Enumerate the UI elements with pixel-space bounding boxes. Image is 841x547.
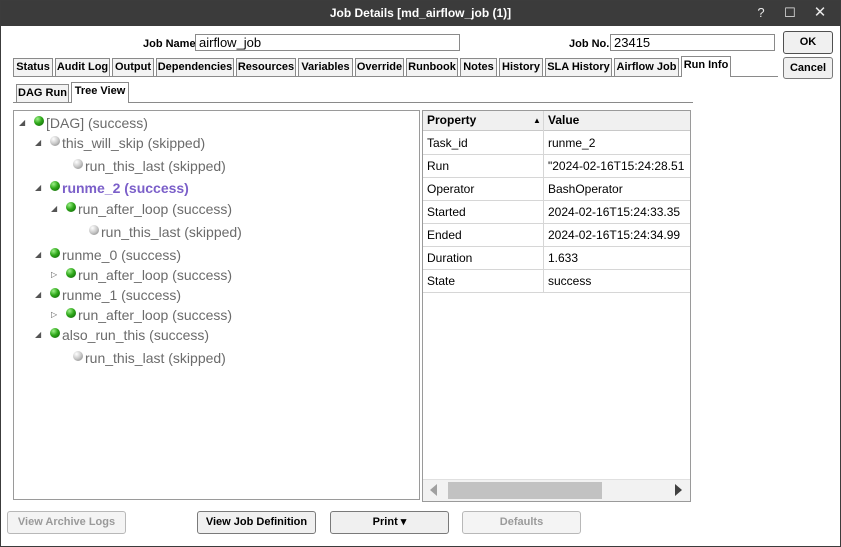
tree-node-this-will-skip[interactable]: this_will_skip (skipped)	[62, 134, 205, 152]
ok-button[interactable]: OK	[783, 31, 833, 54]
sort-ascending-icon: ▲	[533, 116, 541, 125]
tree-node-run-after-loop[interactable]: run_after_loop (success)	[78, 266, 232, 284]
skipped-status-icon	[73, 351, 83, 361]
success-status-icon	[34, 116, 44, 126]
maximize-icon[interactable]: ☐	[780, 4, 800, 22]
tree-node-run-this-last[interactable]: run_this_last (skipped)	[85, 157, 226, 175]
tab-airflow-job[interactable]: Airflow Job	[614, 58, 679, 76]
tab-resources[interactable]: Resources	[236, 58, 296, 76]
defaults-button[interactable]: Defaults	[462, 511, 581, 534]
view-job-definition-button[interactable]: View Job Definition	[197, 511, 316, 534]
tab-variables[interactable]: Variables	[298, 58, 353, 76]
value-cell[interactable]: runme_2	[544, 132, 690, 155]
property-cell[interactable]: Run	[423, 155, 543, 178]
tree-node-dag[interactable]: [DAG] (success)	[46, 114, 148, 132]
value-cell[interactable]: "2024-02-16T15:24:28.51	[544, 155, 690, 178]
subtab-tree-view[interactable]: Tree View	[71, 82, 129, 103]
cancel-button[interactable]: Cancel	[783, 57, 833, 79]
column-header-property-label: Property	[427, 113, 477, 127]
view-archive-logs-button[interactable]: View Archive Logs	[7, 511, 126, 534]
success-status-icon	[66, 202, 76, 212]
property-cell[interactable]: Duration	[423, 247, 543, 270]
success-status-icon	[50, 248, 60, 258]
tab-run-info[interactable]: Run Info	[681, 56, 731, 77]
value-cell[interactable]: BashOperator	[544, 178, 690, 201]
tree-view-panel[interactable]: ◢ [DAG] (success) ◢ this_will_skip (skip…	[13, 110, 420, 500]
title-bar[interactable]: Job Details [md_airflow_job (1)] ? ☐ ✕	[1, 1, 840, 26]
scroll-left-icon[interactable]	[430, 484, 437, 496]
expanded-icon[interactable]: ◢	[35, 250, 41, 260]
close-icon[interactable]: ✕	[810, 4, 830, 22]
value-cell[interactable]: 1.633	[544, 247, 690, 270]
success-status-icon	[50, 288, 60, 298]
job-details-window: Job Details [md_airflow_job (1)] ? ☐ ✕ J…	[0, 0, 841, 547]
success-status-icon	[50, 328, 60, 338]
tree-node-also-run-this[interactable]: also_run_this (success)	[62, 326, 209, 344]
tab-notes[interactable]: Notes	[460, 58, 497, 76]
property-cell[interactable]: Ended	[423, 224, 543, 247]
property-cell[interactable]: Operator	[423, 178, 543, 201]
value-cell[interactable]: 2024-02-16T15:24:33.35	[544, 201, 690, 224]
job-name-label: Job Name	[143, 38, 196, 50]
job-no-label: Job No.	[569, 38, 610, 50]
tab-sla-history[interactable]: SLA History	[545, 58, 612, 76]
success-status-icon	[66, 308, 76, 318]
scroll-right-icon[interactable]	[675, 484, 682, 496]
expanded-icon[interactable]: ◢	[35, 330, 41, 340]
window-title: Job Details [md_airflow_job (1)]	[329, 6, 512, 20]
property-cell[interactable]: Task_id	[423, 132, 543, 155]
expanded-icon[interactable]: ◢	[19, 118, 25, 128]
skipped-status-icon	[50, 136, 60, 146]
tree-node-run-after-loop[interactable]: run_after_loop (success)	[78, 200, 232, 218]
expanded-icon[interactable]: ◢	[35, 183, 41, 193]
tree-node-runme-0[interactable]: runme_0 (success)	[62, 246, 181, 264]
tab-audit-log[interactable]: Audit Log	[55, 58, 110, 76]
tab-history[interactable]: History	[499, 58, 543, 76]
skipped-status-icon	[73, 159, 83, 169]
horizontal-scrollbar[interactable]	[423, 479, 690, 501]
print-button[interactable]: Print ▾	[330, 511, 449, 534]
tab-strip-line	[13, 76, 778, 77]
skipped-status-icon	[89, 225, 99, 235]
property-cell[interactable]: Started	[423, 201, 543, 224]
expanded-icon[interactable]: ◢	[35, 290, 41, 300]
success-status-icon	[50, 181, 60, 191]
collapsed-icon[interactable]: ▷	[51, 310, 57, 320]
tab-output[interactable]: Output	[112, 58, 154, 76]
tree-node-run-this-last[interactable]: run_this_last (skipped)	[101, 223, 242, 241]
tab-status[interactable]: Status	[13, 58, 53, 76]
tab-override[interactable]: Override	[355, 58, 404, 76]
tree-node-run-this-last[interactable]: run_this_last (skipped)	[85, 349, 226, 367]
expanded-icon[interactable]: ◢	[51, 204, 57, 214]
job-no-field[interactable]: 23415	[610, 34, 775, 51]
subtab-dag-run[interactable]: DAG Run	[16, 84, 69, 102]
tree-node-runme-1[interactable]: runme_1 (success)	[62, 286, 181, 304]
value-cell[interactable]: 2024-02-16T15:24:34.99	[544, 224, 690, 247]
job-name-field[interactable]: airflow_job	[195, 34, 460, 51]
tab-dependencies[interactable]: Dependencies	[156, 58, 234, 76]
expanded-icon[interactable]: ◢	[35, 138, 41, 148]
collapsed-icon[interactable]: ▷	[51, 270, 57, 280]
tree-node-runme-2[interactable]: runme_2 (success)	[62, 179, 189, 197]
properties-grid[interactable]: Property ▲ Value Task_id runme_2 Run "20…	[422, 110, 691, 502]
tree-node-run-after-loop[interactable]: run_after_loop (success)	[78, 306, 232, 324]
column-header-value[interactable]: Value	[544, 111, 690, 131]
value-cell[interactable]: success	[544, 270, 690, 293]
success-status-icon	[66, 268, 76, 278]
property-cell[interactable]: State	[423, 270, 543, 293]
help-icon[interactable]: ?	[751, 4, 771, 22]
tab-runbook[interactable]: Runbook	[406, 58, 458, 76]
scrollbar-thumb[interactable]	[448, 482, 602, 499]
column-header-property[interactable]: Property ▲	[423, 111, 543, 131]
